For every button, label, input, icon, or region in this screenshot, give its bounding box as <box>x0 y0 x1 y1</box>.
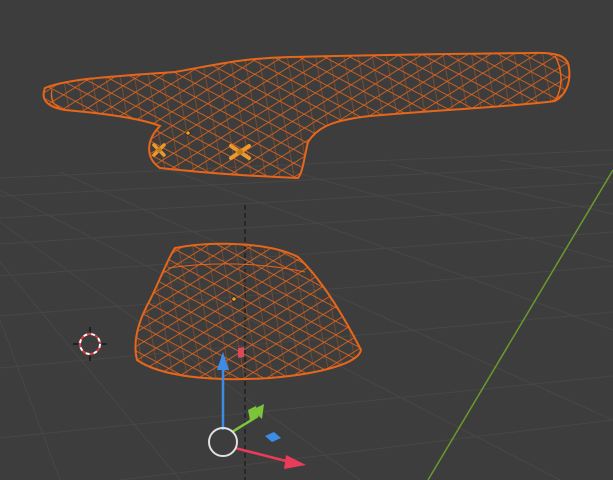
viewport-canvas[interactable] <box>0 0 613 480</box>
lower-mesh-wireframe[interactable] <box>125 235 370 385</box>
gizmo-y-arrow[interactable] <box>231 404 264 434</box>
object-origin-icon <box>185 130 191 136</box>
upper-mesh-wireframe[interactable] <box>30 45 580 190</box>
circle-handle-icon[interactable] <box>208 427 238 457</box>
3d-viewport[interactable] <box>0 0 613 480</box>
y-axis-line <box>427 169 613 480</box>
object-origin-icon <box>231 296 237 302</box>
gizmo-xy-plane-handle[interactable] <box>265 432 281 442</box>
gizmo-xz-plane-handle[interactable] <box>238 346 244 359</box>
